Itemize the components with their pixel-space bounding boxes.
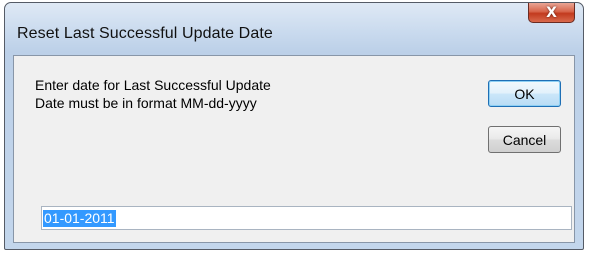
prompt-text-line-2: Date must be in format MM-dd-yyyy — [35, 95, 257, 111]
window-title: Reset Last Successful Update Date — [17, 25, 273, 42]
close-button[interactable]: X — [528, 3, 575, 23]
close-icon: X — [546, 4, 557, 21]
dialog-window: Reset Last Successful Update Date X Ente… — [4, 2, 584, 250]
dialog-body: Enter date for Last Successful Update Da… — [13, 55, 575, 243]
date-input[interactable] — [41, 206, 572, 230]
prompt-text-line-1: Enter date for Last Successful Update — [35, 77, 271, 93]
ok-button[interactable]: OK — [488, 80, 561, 107]
cancel-button[interactable]: Cancel — [488, 126, 561, 153]
